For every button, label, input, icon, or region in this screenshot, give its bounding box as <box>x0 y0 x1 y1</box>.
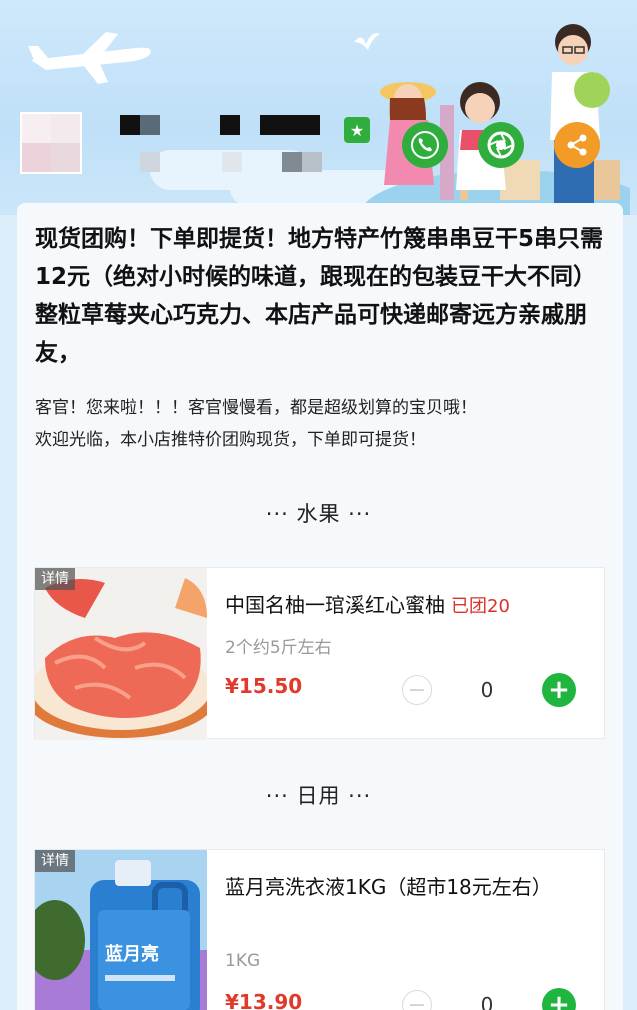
shop-notice: 现货团购！下单即提货！地方特产竹篾串串豆干5串只需12元（绝对小时候的味道，跟现… <box>35 226 604 366</box>
decrease-button[interactable]: − <box>402 990 432 1010</box>
detail-tag[interactable]: 详情 <box>35 850 75 872</box>
product-price: ¥13.90 <box>225 990 303 1010</box>
product-name-text: 中国名柚一琯溪红心蜜柚 <box>225 593 445 617</box>
airplane-icon <box>28 32 151 84</box>
product-card[interactable]: 详情 中国名柚一琯溪红心蜜柚 已团20 2个约5斤左右 ¥15.50 − 0 + <box>34 567 605 740</box>
camera-button[interactable] <box>478 122 524 168</box>
minus-icon: − <box>407 677 427 703</box>
shop-desc-redacted <box>222 152 242 172</box>
detergent-photo: 蓝月亮 <box>35 850 207 1010</box>
quantity-value: 0 <box>480 678 494 702</box>
increase-button[interactable]: + <box>542 988 576 1010</box>
product-price: ¥15.50 <box>225 674 303 698</box>
share-button[interactable] <box>554 122 600 168</box>
decrease-button[interactable]: − <box>402 675 432 705</box>
detail-tag[interactable]: 详情 <box>35 568 75 590</box>
header-banner: ★ <box>0 0 637 215</box>
shop-desc-redacted <box>282 152 322 172</box>
product-card[interactable]: 蓝月亮 详情 蓝月亮洗衣液1KG（超市18元左右） 1KG ¥13.90 − 0… <box>34 849 605 1010</box>
product-name: 蓝月亮洗衣液1KG（超市18元左右） <box>225 875 552 899</box>
increase-button[interactable]: + <box>542 673 576 707</box>
family-travel-illustration <box>360 24 630 215</box>
phone-button[interactable] <box>402 122 448 168</box>
phone-icon <box>411 131 439 159</box>
product-spec: 1KG <box>225 951 261 971</box>
shop-name-redacted <box>220 115 240 135</box>
welcome-line: 客官！您来啦！！！客官慢慢看，都是超级划算的宝贝哦！ <box>35 398 477 418</box>
share-icon <box>567 134 587 156</box>
plus-icon: + <box>548 675 570 705</box>
quantity-value: 0 <box>480 993 494 1010</box>
quantity-stepper: − 0 + <box>402 988 576 1010</box>
brand-label: 蓝月亮 <box>105 943 159 965</box>
camera-lens-icon <box>487 131 515 159</box>
section-title-daily: ··· 日用 ··· <box>265 784 372 808</box>
plus-icon: + <box>548 990 570 1010</box>
shop-name-redacted <box>120 115 160 135</box>
sold-count: 已团20 <box>451 596 510 617</box>
product-spec: 2个约5斤左右 <box>225 638 332 658</box>
shop-avatar[interactable] <box>20 112 82 174</box>
pomelo-image[interactable]: 详情 <box>35 568 207 740</box>
shop-desc-redacted <box>140 152 160 172</box>
minus-icon: − <box>407 992 427 1010</box>
welcome-line: 欢迎光临，本小店推特价团购现货，下单即可提货！ <box>35 430 426 450</box>
section-title-fruit: ··· 水果 ··· <box>265 502 372 526</box>
welcome-text: 客官！您来啦！！！客官慢慢看，都是超级划算的宝贝哦！ 欢迎光临，本小店推特价团购… <box>35 392 615 456</box>
shop-name-redacted <box>260 115 320 135</box>
detergent-image[interactable]: 蓝月亮 详情 <box>35 850 207 1010</box>
pomelo-photo <box>35 568 207 740</box>
product-name: 中国名柚一琯溪红心蜜柚 已团20 <box>225 588 595 624</box>
quantity-stepper: − 0 + <box>402 673 576 707</box>
